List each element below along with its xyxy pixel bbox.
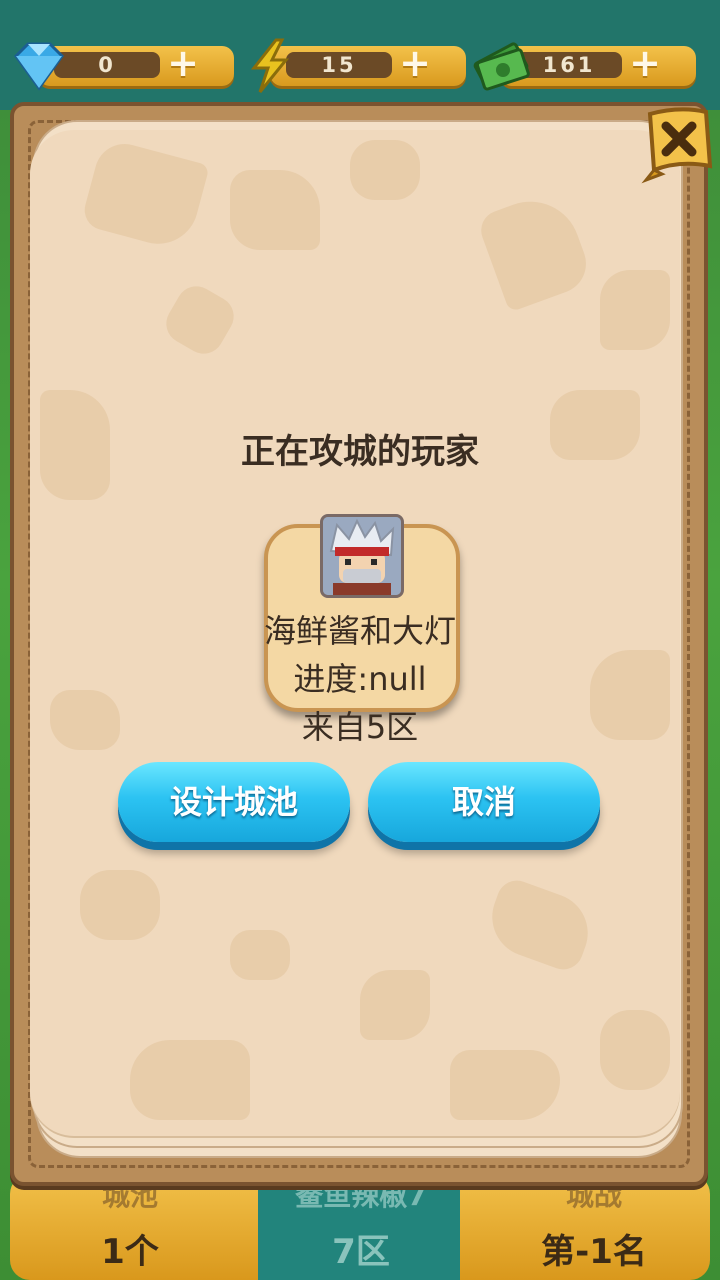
energy-icon <box>250 38 290 93</box>
add-energy-button[interactable]: + <box>398 44 432 82</box>
diamond-icon <box>14 42 64 91</box>
dialog-title: 正在攻城的玩家 <box>241 432 479 472</box>
ninja-avatar-icon <box>323 517 401 595</box>
tab-castles-value: 1个 <box>101 1232 159 1272</box>
cancel-button[interactable]: 取消 <box>368 762 600 842</box>
player-name: 海鲜酱和大灯 <box>263 612 456 650</box>
add-cash-button[interactable]: + <box>628 44 662 82</box>
close-icon[interactable] <box>640 104 714 186</box>
tab-server-value: 7区 <box>332 1232 390 1272</box>
diamond-counter: 0 + <box>8 42 238 91</box>
cash-icon <box>473 42 530 91</box>
player-server: 来自5区 <box>301 708 419 746</box>
cash-counter: 161 + <box>470 42 700 91</box>
add-diamond-button[interactable]: + <box>166 44 200 82</box>
energy-counter: 15 + <box>240 38 470 93</box>
player-progress: 进度:null <box>293 660 427 698</box>
player-avatar <box>320 514 404 598</box>
tab-castle-war-value: 第-1名 <box>541 1232 647 1272</box>
design-castle-button[interactable]: 设计城池 <box>118 762 350 842</box>
